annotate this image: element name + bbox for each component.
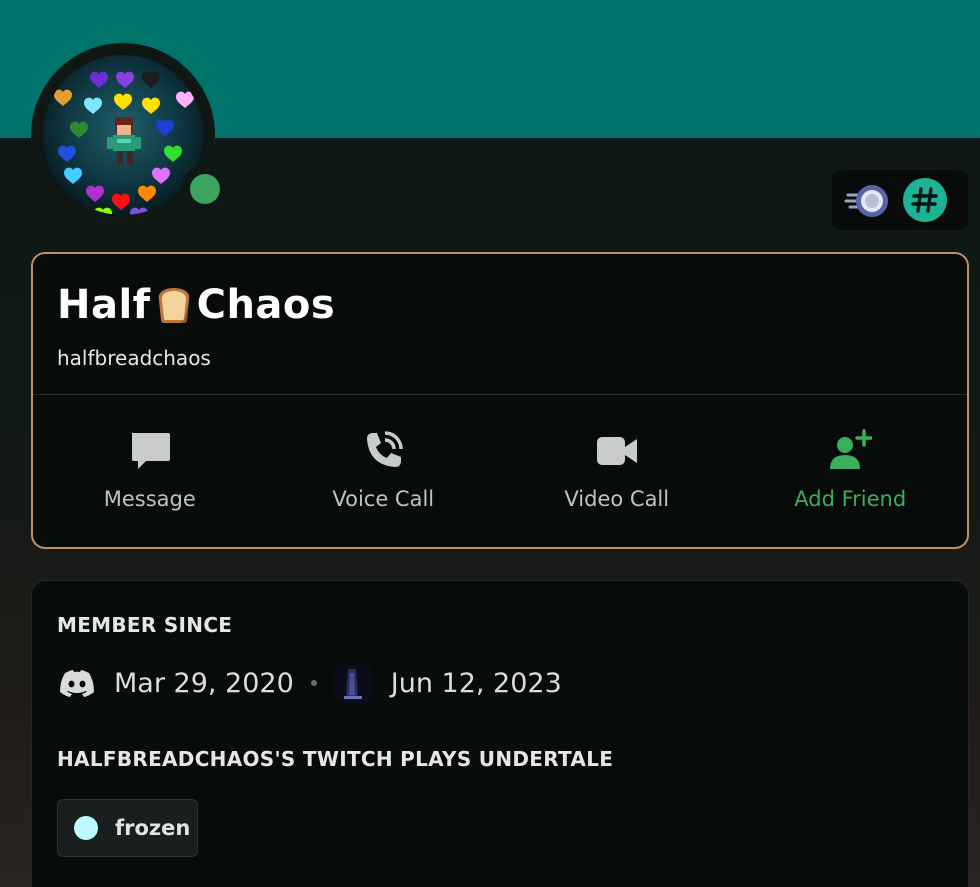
server-icon — [333, 663, 374, 703]
profile-card: Half Chaos halfbreadchaos Message Voice … — [31, 252, 969, 549]
video-camera-icon — [596, 437, 637, 465]
add-friend-icon — [830, 429, 873, 469]
info-card: MEMBER SINCE Mar 29, 2020 Jun 12, 2023 H… — [31, 580, 969, 887]
action-bar: Message Voice Call Video Call Add Friend — [33, 429, 967, 519]
hashtag-badge-icon[interactable] — [902, 177, 948, 223]
video-call-label: Video Call — [564, 487, 670, 511]
voice-call-label: Voice Call — [332, 487, 435, 511]
display-name-part1: Half — [57, 282, 151, 328]
display-name: Half Chaos — [57, 282, 335, 328]
role-color-dot — [74, 816, 98, 840]
add-friend-label: Add Friend — [794, 487, 907, 511]
server-join-date: Jun 12, 2023 — [390, 667, 562, 699]
divider — [33, 394, 967, 395]
separator-dot — [310, 680, 317, 686]
voice-call-button[interactable]: Voice Call — [267, 429, 501, 519]
username: halfbreadchaos — [57, 346, 211, 370]
badge-list — [832, 170, 968, 230]
role-chip[interactable]: frozen — [57, 799, 198, 857]
display-name-part2: Chaos — [196, 282, 336, 328]
server-roles-title: HALFBREADCHAOS'S TWITCH PLAYS UNDERTALE — [57, 747, 614, 771]
video-call-button[interactable]: Video Call — [500, 429, 734, 519]
bread-emoji-icon — [158, 288, 189, 323]
status-indicator — [181, 165, 229, 213]
discord-join-date: Mar 29, 2020 — [114, 667, 294, 699]
role-name: frozen — [115, 816, 191, 840]
discord-logo-icon — [60, 670, 94, 697]
phone-call-icon — [367, 431, 403, 467]
avatar[interactable] — [31, 43, 229, 227]
add-friend-button[interactable]: Add Friend — [734, 429, 968, 519]
undertale-server-icon — [333, 663, 374, 703]
member-since-row: Mar 29, 2020 Jun 12, 2023 — [57, 663, 562, 703]
online-status-icon — [190, 174, 220, 204]
member-since-title: MEMBER SINCE — [57, 613, 233, 637]
soul-hearts-avatar-icon — [54, 71, 194, 215]
message-bubble-icon — [131, 433, 170, 469]
nitro-boost-badge-icon[interactable] — [844, 177, 890, 223]
message-label: Message — [103, 487, 196, 511]
avatar-image — [43, 55, 203, 215]
message-button[interactable]: Message — [33, 429, 267, 519]
